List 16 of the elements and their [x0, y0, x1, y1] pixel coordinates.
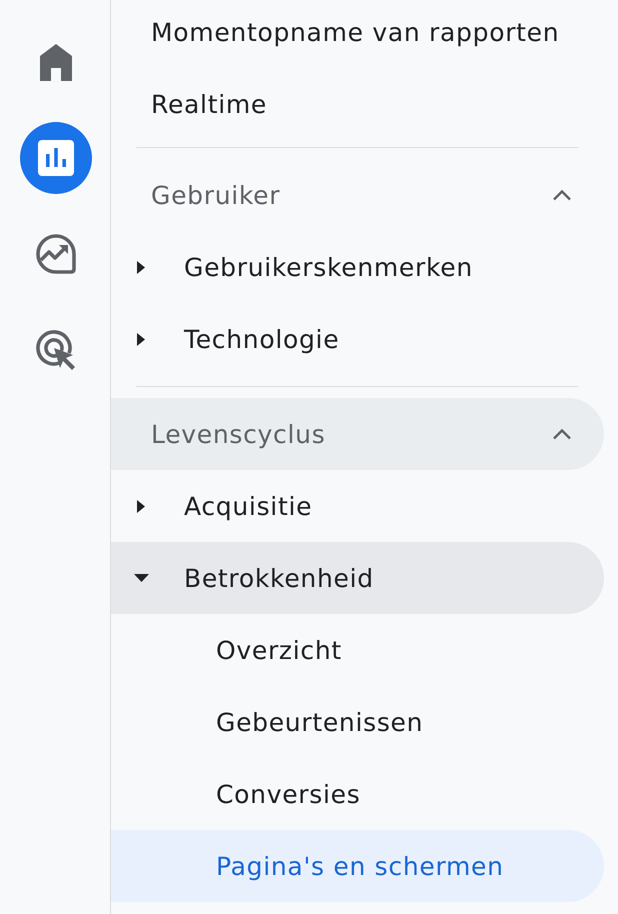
cursor-target-icon: [36, 330, 76, 370]
home-icon: [40, 44, 72, 80]
nav-link[interactable]: Realtime: [111, 72, 604, 136]
nav-group[interactable]: Gebruikerskenmerken: [111, 231, 604, 303]
nav-link[interactable]: Pagina's en schermen: [111, 830, 604, 902]
nav-group[interactable]: Acquisitie: [111, 470, 604, 542]
nav-link[interactable]: Gebeurtenissen: [111, 686, 604, 758]
nav-link[interactable]: Overzicht: [111, 614, 604, 686]
section-header[interactable]: Gebruiker: [111, 159, 604, 231]
bar-chart-icon: [38, 140, 74, 176]
nav-group[interactable]: Technologie: [111, 303, 604, 375]
trend-chart-icon: [36, 234, 76, 274]
nav-link[interactable]: Momentopname van rapporten: [111, 0, 604, 64]
nav-link[interactable]: Conversies: [111, 758, 604, 830]
nav-group[interactable]: Betrokkenheid: [111, 542, 604, 614]
section-header[interactable]: Levenscyclus: [111, 398, 604, 470]
